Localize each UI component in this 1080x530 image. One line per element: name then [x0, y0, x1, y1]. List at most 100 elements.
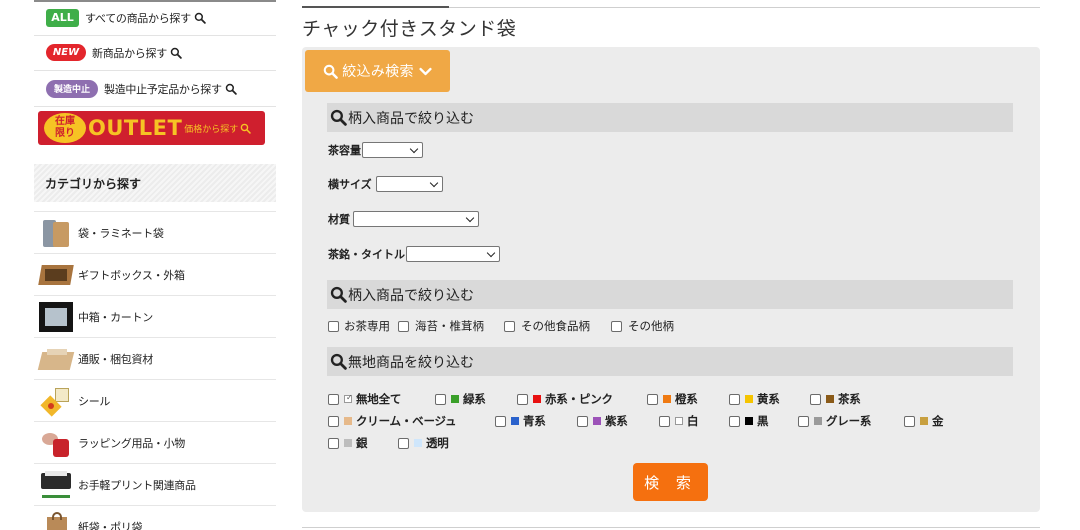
category-label: 紙袋・ポリ袋 — [78, 520, 143, 530]
category-label: 中箱・カートン — [78, 310, 153, 324]
checkbox[interactable] — [729, 415, 740, 427]
new-badge: NEW — [46, 44, 86, 61]
outlet-banner[interactable]: 在庫 限り OUTLET 価格から探す — [38, 111, 265, 145]
brand-select[interactable] — [406, 246, 500, 262]
category-item-wrapping[interactable]: ラッピング用品・小物 — [34, 421, 276, 463]
checkbox[interactable] — [659, 415, 670, 427]
option-label: 橙系 — [675, 392, 698, 406]
color-swatch — [344, 439, 352, 447]
color-swatch — [663, 395, 671, 403]
capacity-select[interactable] — [362, 142, 423, 158]
checkbox[interactable] — [328, 393, 339, 405]
checkbox[interactable] — [810, 393, 821, 405]
category-item-packing[interactable]: 通販・梱包資材 — [34, 337, 276, 379]
search-icon — [225, 83, 237, 95]
search-button[interactable]: 検 索 — [633, 463, 708, 501]
checkbox[interactable] — [577, 415, 588, 427]
gift-box-icon — [38, 259, 74, 291]
option-label: 緑系 — [463, 392, 486, 406]
category-label: お手軽プリント関連商品 — [78, 478, 196, 492]
limited-stock-line2: 限り — [55, 128, 75, 139]
option-label: 赤系・ピンク — [545, 392, 613, 406]
color-option-red-pink[interactable]: 赤系・ピンク — [517, 391, 613, 407]
checkbox[interactable] — [904, 415, 915, 427]
checkbox[interactable] — [611, 320, 622, 332]
pattern-option-food[interactable]: その他食品柄 — [504, 318, 590, 334]
category-item-sticker[interactable]: シール — [34, 379, 276, 421]
category-item-paper-bag[interactable]: 紙袋・ポリ袋 — [34, 505, 276, 530]
color-swatch — [533, 395, 541, 403]
color-swatch — [745, 395, 753, 403]
category-item-gift-box[interactable]: ギフトボックス・外箱 — [34, 253, 276, 295]
checkbox[interactable] — [798, 415, 809, 427]
color-swatch — [826, 395, 834, 403]
option-label: 白 — [687, 414, 699, 428]
material-select[interactable] — [353, 211, 479, 227]
color-swatch — [745, 417, 753, 425]
color-option-blue[interactable]: 青系 — [495, 413, 546, 429]
color-option-all-plain[interactable]: ✓ 無地全て — [328, 391, 401, 407]
checkbox[interactable] — [504, 320, 515, 332]
width-select[interactable] — [375, 176, 443, 192]
limited-stock-line1: 在庫 — [55, 116, 75, 127]
category-item-bags[interactable]: 袋・ラミネート袋 — [34, 211, 276, 253]
color-swatch — [511, 417, 519, 425]
color-option-gray[interactable]: グレー系 — [798, 413, 871, 429]
material-label: 材質 — [328, 213, 350, 226]
category-heading: カテゴリから探す — [34, 164, 276, 202]
refine-search-button[interactable]: 絞込み検索 — [305, 50, 450, 92]
checkbox[interactable] — [517, 393, 528, 405]
color-swatch — [451, 395, 459, 403]
promo-discontinued-products[interactable]: 製造中止 製造中止予定品から探す — [34, 71, 276, 107]
promo-new-products[interactable]: NEW 新商品から探す — [34, 35, 276, 71]
option-label: 銀 — [356, 436, 368, 450]
checkbox[interactable] — [647, 393, 658, 405]
color-option-black[interactable]: 黒 — [729, 413, 769, 429]
option-label: 黄系 — [757, 392, 780, 406]
checkbox[interactable] — [729, 393, 740, 405]
color-option-white[interactable]: 白 — [659, 413, 699, 429]
search-icon — [330, 353, 347, 370]
option-label: その他食品柄 — [521, 319, 590, 333]
color-option-orange[interactable]: 橙系 — [647, 391, 698, 407]
pattern-option-other[interactable]: その他柄 — [611, 318, 674, 334]
pattern-option-tea[interactable]: お茶専用 — [328, 318, 390, 334]
search-icon — [194, 12, 206, 24]
color-option-brown[interactable]: 茶系 — [810, 391, 861, 407]
pattern-option-nori[interactable]: 海苔・椎茸柄 — [398, 318, 484, 334]
checkbox[interactable] — [328, 437, 339, 449]
checkbox[interactable] — [328, 320, 339, 332]
promo-new-label: 新商品から探す — [92, 46, 167, 60]
color-option-purple[interactable]: 紫系 — [577, 413, 628, 429]
color-option-silver[interactable]: 銀 — [328, 435, 368, 451]
checkbox[interactable] — [328, 415, 339, 427]
promo-all-products[interactable]: ALL すべての商品から探す — [34, 0, 276, 36]
color-option-green[interactable]: 緑系 — [435, 391, 486, 407]
bottom-rule — [302, 527, 1040, 528]
refine-search-label: 絞込み検索 — [342, 64, 414, 80]
color-option-gold[interactable]: 金 — [904, 413, 944, 429]
color-swatch — [814, 417, 822, 425]
search-icon — [330, 109, 347, 126]
option-label: その他柄 — [628, 319, 674, 333]
option-label: 透明 — [426, 436, 449, 450]
checkbox[interactable] — [398, 320, 409, 332]
category-item-carton[interactable]: 中箱・カートン — [34, 295, 276, 337]
outlet-word: OUTLET — [88, 116, 183, 140]
chevron-down-icon — [419, 67, 432, 75]
option-label: グレー系 — [826, 414, 872, 428]
color-option-clear[interactable]: 透明 — [398, 435, 449, 451]
color-option-yellow[interactable]: 黄系 — [729, 391, 780, 407]
checkbox[interactable] — [398, 437, 409, 449]
color-swatch: ✓ — [344, 393, 353, 403]
search-icon — [170, 47, 182, 59]
capacity-field: 茶容量 — [328, 142, 423, 158]
width-label: 横サイズ — [328, 178, 372, 191]
category-item-print[interactable]: お手軽プリント関連商品 — [34, 463, 276, 505]
page-title: チャック付きスタンド袋 — [302, 18, 517, 40]
sidebar: ALL すべての商品から探す NEW 新商品から探す 製造中止 製造中止予定品か… — [34, 0, 276, 530]
color-option-cream-beige[interactable]: クリーム・ベージュ — [328, 413, 457, 429]
checkbox[interactable] — [495, 415, 506, 427]
option-label: 紫系 — [605, 414, 628, 428]
checkbox[interactable] — [435, 393, 446, 405]
